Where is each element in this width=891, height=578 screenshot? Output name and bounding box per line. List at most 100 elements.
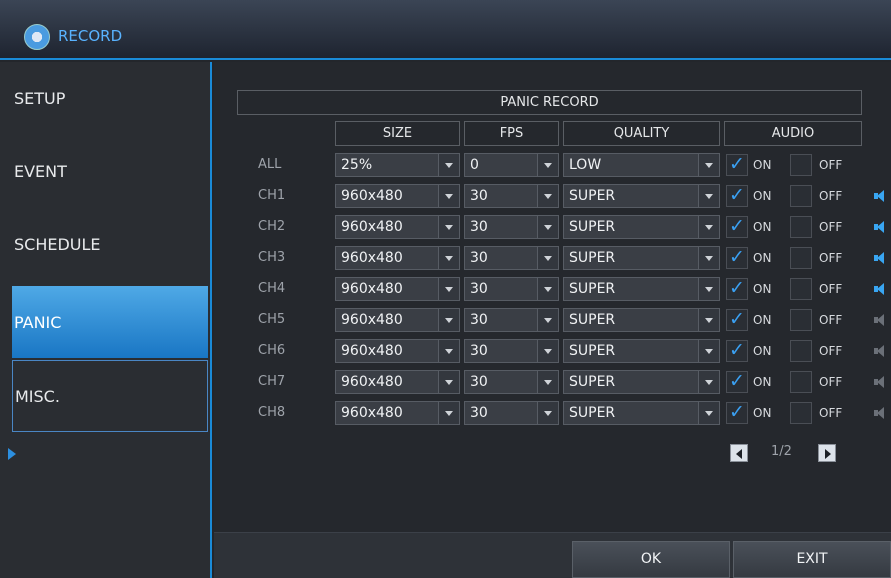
audio-on-checkbox[interactable]: ✓ bbox=[726, 309, 748, 331]
audio-on-checkbox[interactable]: ✓ bbox=[726, 371, 748, 393]
quality-dropdown[interactable]: SUPER bbox=[563, 246, 720, 270]
chevron-down-icon bbox=[438, 309, 459, 331]
fps-dropdown[interactable]: 30 bbox=[464, 370, 559, 394]
audio-on-checkbox[interactable]: ✓ bbox=[726, 185, 748, 207]
audio-off-checkbox[interactable] bbox=[790, 340, 812, 362]
fps-value: 30 bbox=[470, 281, 488, 297]
audio-on-checkbox[interactable]: ✓ bbox=[726, 247, 748, 269]
sidebar-item-label: EVENT bbox=[14, 161, 67, 181]
quality-dropdown[interactable]: SUPER bbox=[563, 308, 720, 332]
chevron-down-icon bbox=[438, 371, 459, 393]
chevron-down-icon bbox=[698, 278, 719, 300]
size-dropdown[interactable]: 960x480 bbox=[335, 339, 460, 363]
quality-value: SUPER bbox=[569, 281, 616, 297]
audio-off-checkbox[interactable] bbox=[790, 154, 812, 176]
audio-on-checkbox[interactable]: ✓ bbox=[726, 278, 748, 300]
size-dropdown[interactable]: 960x480 bbox=[335, 308, 460, 332]
size-dropdown[interactable]: 960x480 bbox=[335, 370, 460, 394]
size-value: 960x480 bbox=[341, 374, 403, 390]
chevron-down-icon bbox=[698, 247, 719, 269]
audio-off-checkbox[interactable] bbox=[790, 402, 812, 424]
on-label: ON bbox=[753, 406, 772, 420]
audio-off-checkbox[interactable] bbox=[790, 216, 812, 238]
title-bar bbox=[0, 0, 891, 60]
size-dropdown[interactable]: 960x480 bbox=[335, 277, 460, 301]
chevron-down-icon bbox=[537, 216, 558, 238]
audio-on-checkbox[interactable]: ✓ bbox=[726, 154, 748, 176]
fps-value: 30 bbox=[470, 188, 488, 204]
quality-dropdown[interactable]: SUPER bbox=[563, 215, 720, 239]
fps-value: 30 bbox=[470, 250, 488, 266]
ok-button[interactable]: OK bbox=[572, 541, 730, 578]
size-dropdown[interactable]: 960x480 bbox=[335, 246, 460, 270]
chevron-down-icon bbox=[698, 402, 719, 424]
audio-off-checkbox[interactable] bbox=[790, 309, 812, 331]
quality-dropdown[interactable]: SUPER bbox=[563, 339, 720, 363]
size-value: 25% bbox=[341, 157, 373, 173]
page-prev-button[interactable] bbox=[730, 444, 748, 462]
sidebar: SETUP EVENT SCHEDULE PANIC MISC. bbox=[0, 62, 212, 578]
chevron-down-icon bbox=[698, 185, 719, 207]
on-label: ON bbox=[753, 220, 772, 234]
page-indicator: 1/2 bbox=[771, 444, 792, 459]
speaker-icon bbox=[874, 344, 886, 358]
sidebar-item-event[interactable]: EVENT bbox=[12, 135, 208, 207]
quality-dropdown[interactable]: LOW bbox=[563, 153, 720, 177]
sidebar-item-setup[interactable]: SETUP bbox=[12, 62, 208, 134]
size-dropdown[interactable]: 960x480 bbox=[335, 215, 460, 239]
chevron-down-icon bbox=[537, 340, 558, 362]
audio-on-checkbox[interactable]: ✓ bbox=[726, 216, 748, 238]
sidebar-item-panic[interactable]: PANIC bbox=[12, 286, 208, 358]
quality-value: LOW bbox=[569, 157, 602, 173]
fps-dropdown[interactable]: 30 bbox=[464, 308, 559, 332]
on-label: ON bbox=[753, 189, 772, 203]
panel-title: PANIC RECORD bbox=[237, 90, 862, 115]
quality-dropdown[interactable]: SUPER bbox=[563, 184, 720, 208]
off-label: OFF bbox=[819, 282, 843, 296]
quality-dropdown[interactable]: SUPER bbox=[563, 401, 720, 425]
fps-dropdown[interactable]: 30 bbox=[464, 401, 559, 425]
on-label: ON bbox=[753, 313, 772, 327]
audio-off-checkbox[interactable] bbox=[790, 371, 812, 393]
header-audio: AUDIO bbox=[724, 121, 862, 146]
sidebar-item-schedule[interactable]: SCHEDULE bbox=[12, 208, 208, 280]
fps-dropdown[interactable]: 30 bbox=[464, 184, 559, 208]
speaker-icon bbox=[874, 282, 886, 296]
fps-dropdown[interactable]: 30 bbox=[464, 215, 559, 239]
sidebar-item-label: PANIC bbox=[14, 312, 62, 332]
chevron-down-icon bbox=[537, 185, 558, 207]
chevron-down-icon bbox=[698, 154, 719, 176]
audio-off-checkbox[interactable] bbox=[790, 247, 812, 269]
chevron-down-icon bbox=[438, 216, 459, 238]
size-dropdown[interactable]: 960x480 bbox=[335, 184, 460, 208]
on-label: ON bbox=[753, 375, 772, 389]
size-dropdown[interactable]: 25% bbox=[335, 153, 460, 177]
off-label: OFF bbox=[819, 158, 843, 172]
page-next-button[interactable] bbox=[818, 444, 836, 462]
audio-on-checkbox[interactable]: ✓ bbox=[726, 340, 748, 362]
quality-dropdown[interactable]: SUPER bbox=[563, 370, 720, 394]
chevron-down-icon bbox=[537, 154, 558, 176]
sidebar-item-misc[interactable]: MISC. bbox=[12, 360, 208, 432]
fps-dropdown[interactable]: 30 bbox=[464, 277, 559, 301]
on-label: ON bbox=[753, 251, 772, 265]
quality-dropdown[interactable]: SUPER bbox=[563, 277, 720, 301]
row-label: CH8 bbox=[258, 405, 286, 420]
off-label: OFF bbox=[819, 251, 843, 265]
audio-off-checkbox[interactable] bbox=[790, 278, 812, 300]
audio-off-checkbox[interactable] bbox=[790, 185, 812, 207]
quality-value: SUPER bbox=[569, 250, 616, 266]
chevron-down-icon bbox=[698, 371, 719, 393]
audio-on-checkbox[interactable]: ✓ bbox=[726, 402, 748, 424]
chevron-down-icon bbox=[537, 309, 558, 331]
chevron-down-icon bbox=[537, 402, 558, 424]
fps-dropdown[interactable]: 0 bbox=[464, 153, 559, 177]
fps-dropdown[interactable]: 30 bbox=[464, 246, 559, 270]
exit-button[interactable]: EXIT bbox=[733, 541, 891, 578]
record-reel-icon bbox=[24, 24, 50, 50]
off-label: OFF bbox=[819, 406, 843, 420]
speaker-icon bbox=[874, 313, 886, 327]
chevron-down-icon bbox=[537, 278, 558, 300]
size-dropdown[interactable]: 960x480 bbox=[335, 401, 460, 425]
fps-dropdown[interactable]: 30 bbox=[464, 339, 559, 363]
